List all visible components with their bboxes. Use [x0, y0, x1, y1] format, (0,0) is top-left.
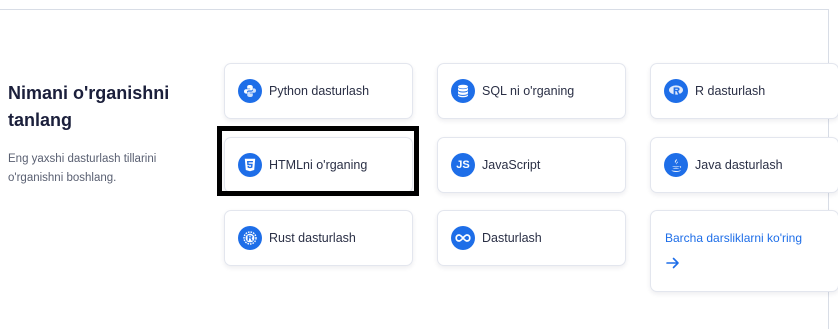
- course-card-rust[interactable]: Rust dasturlash: [224, 210, 413, 266]
- course-label: SQL ni o'rganing: [482, 84, 575, 98]
- course-card-sql[interactable]: SQL ni o'rganing: [437, 63, 626, 119]
- all-courses-card[interactable]: Barcha darsliklarni ko'ring: [650, 210, 838, 292]
- course-card-r[interactable]: R dasturlash: [650, 63, 838, 119]
- selection-highlight-box: [217, 126, 419, 196]
- course-label: JavaScript: [482, 158, 541, 172]
- java-icon: [664, 153, 688, 177]
- r-icon: [664, 79, 688, 103]
- rust-icon: [238, 226, 262, 250]
- python-icon: [238, 79, 262, 103]
- course-label: Java dasturlash: [695, 158, 783, 172]
- section-title: Nimani o'rganishni tanlang: [8, 83, 170, 130]
- infinity-icon: [451, 226, 475, 250]
- course-label: Rust dasturlash: [269, 231, 356, 245]
- arrow-right-icon: [666, 257, 679, 269]
- all-courses-link[interactable]: Barcha darsliklarni ko'ring: [665, 231, 838, 245]
- course-card-javascript[interactable]: JS JavaScript: [437, 137, 626, 193]
- js-icon: JS: [451, 153, 475, 177]
- intro-section: Nimani o'rganishni tanlang Eng yaxshi da…: [8, 80, 198, 188]
- course-card-java[interactable]: Java dasturlash: [650, 137, 838, 193]
- section-description: Eng yaxshi dasturlash tillarini o'rganis…: [8, 153, 157, 184]
- course-card-python[interactable]: Python dasturlash: [224, 63, 413, 119]
- course-card-dasturlash[interactable]: Dasturlash: [437, 210, 626, 266]
- database-icon: [451, 79, 475, 103]
- course-label: Dasturlash: [482, 231, 542, 245]
- course-label: R dasturlash: [695, 84, 766, 98]
- course-label: Python dasturlash: [269, 84, 370, 98]
